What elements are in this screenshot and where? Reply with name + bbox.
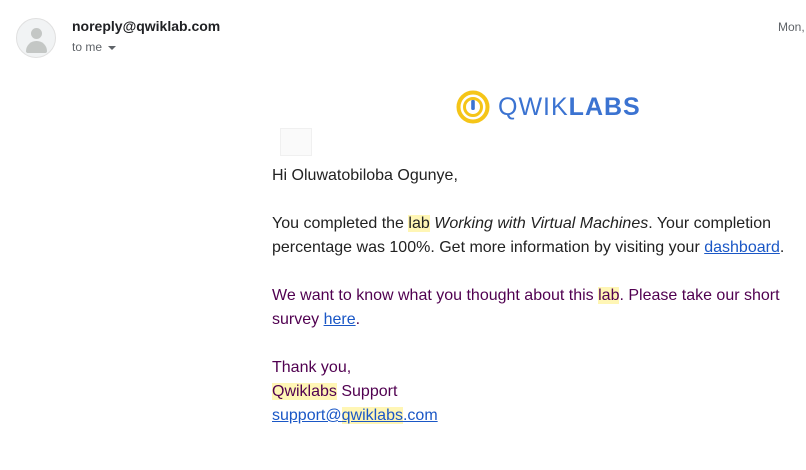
recipient-details-toggle[interactable]: to me <box>72 40 117 54</box>
signature-name-rest: Support <box>336 383 398 400</box>
support-email-link[interactable]: support@qwiklabs.com <box>272 407 438 424</box>
email-date: Mon, <box>778 20 805 34</box>
qwiklabs-logo-icon <box>456 90 490 124</box>
signature: Thank you, Qwiklabs Support support@qwik… <box>272 356 802 428</box>
sender-avatar[interactable] <box>16 18 56 58</box>
search-highlight: qwiklabs <box>341 407 403 424</box>
p2-text-start: We want to know what you thought about t… <box>272 287 599 304</box>
survey-paragraph: We want to know what you thought about t… <box>272 284 802 332</box>
search-highlight: Qwiklabs <box>272 383 337 400</box>
search-highlight: lab <box>598 287 620 304</box>
completion-paragraph: You completed the lab Working with Virtu… <box>272 212 802 260</box>
recipient-label: to me <box>72 40 103 54</box>
signature-email: support@qwiklabs.com <box>272 404 802 428</box>
p2-text-end: . <box>355 311 361 328</box>
image-placeholder-icon <box>280 128 312 156</box>
chevron-down-icon <box>108 45 117 50</box>
qwiklabs-logo: QWIKLABS <box>456 89 641 125</box>
p1-text-start: You completed the <box>272 215 409 232</box>
support-email-domain-end: .com <box>402 407 438 424</box>
email-view: noreply@qwiklab.com to me Mon, QWIKLABS … <box>0 0 806 470</box>
signature-name: Qwiklabs Support <box>272 380 802 404</box>
lab-title: Working with Virtual Machines <box>434 215 649 232</box>
avatar-head-icon <box>31 28 42 39</box>
greeting: Hi Oluwatobiloba Ogunye, <box>272 167 458 184</box>
logo-text-bold: LABS <box>568 92 641 121</box>
logo-text-light: QWIK <box>498 92 569 121</box>
avatar-body-icon <box>26 41 47 53</box>
survey-link[interactable]: here <box>324 311 356 328</box>
logo-wordmark: QWIKLABS <box>498 93 641 122</box>
signature-thanks: Thank you, <box>272 359 352 376</box>
p1-text-end: . <box>779 239 785 256</box>
support-email-user: support@ <box>272 407 342 424</box>
sender-address[interactable]: noreply@qwiklab.com <box>72 18 220 34</box>
message-body: Hi Oluwatobiloba Ogunye, You completed t… <box>272 164 802 428</box>
search-highlight: lab <box>408 215 430 232</box>
dashboard-link[interactable]: dashboard <box>704 239 780 256</box>
